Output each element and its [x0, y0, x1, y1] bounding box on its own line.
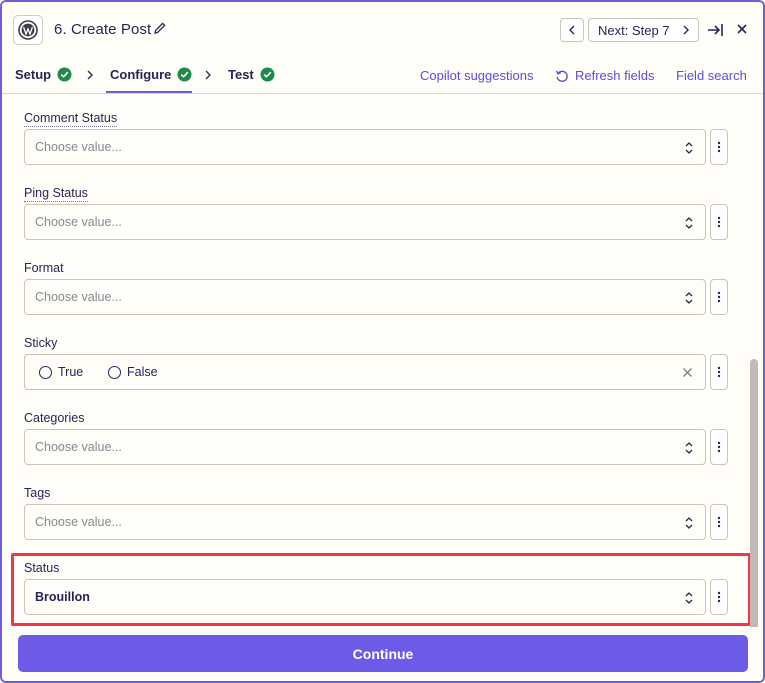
comment-status-placeholder: Choose value...	[35, 140, 122, 154]
check-circle-icon	[260, 67, 275, 82]
sticky-option-false[interactable]: False	[108, 365, 158, 379]
tab-configure[interactable]: Configure	[110, 67, 192, 82]
tags-label: Tags	[24, 486, 51, 500]
format-placeholder: Choose value...	[35, 290, 122, 304]
more-vertical-icon	[717, 366, 721, 378]
more-vertical-icon	[717, 591, 721, 603]
status-select[interactable]: Brouillon	[24, 579, 706, 615]
status-more-button[interactable]	[710, 579, 728, 615]
comment-status-more-button[interactable]	[710, 129, 728, 165]
more-vertical-icon	[717, 141, 721, 153]
step-panel: 6. Create Post Next: Step 7 Setup Config…	[0, 0, 765, 683]
sticky-option-true-label: True	[58, 365, 84, 379]
refresh-fields-link[interactable]: Refresh fields	[555, 68, 654, 83]
check-circle-icon	[177, 67, 192, 82]
exit-panel-icon[interactable]	[706, 21, 724, 39]
sticky-radio-group: True False	[24, 354, 706, 390]
wordpress-logo-icon	[13, 15, 43, 45]
fields-scroll-area[interactable]: Comment Status Choose value... Ping Stat…	[2, 95, 763, 627]
ping-status-placeholder: Choose value...	[35, 215, 122, 229]
active-tab-indicator	[106, 91, 192, 93]
chevron-up-down-icon	[685, 442, 693, 454]
field-search-link[interactable]: Field search	[676, 68, 747, 83]
ping-status-select[interactable]: Choose value...	[24, 204, 706, 240]
sticky-more-button[interactable]	[710, 354, 728, 390]
categories-label: Categories	[24, 411, 85, 425]
next-step-button[interactable]: Next: Step 7	[588, 18, 699, 42]
format-more-button[interactable]	[710, 279, 728, 315]
chevron-right-icon	[205, 70, 211, 80]
ping-status-more-button[interactable]	[710, 204, 728, 240]
chevron-up-down-icon	[685, 592, 693, 604]
comment-status-label: Comment Status	[24, 111, 118, 127]
scrollbar-thumb[interactable]	[750, 359, 758, 627]
status-value: Brouillon	[35, 590, 90, 604]
pencil-icon[interactable]	[153, 21, 167, 35]
tags-placeholder: Choose value...	[35, 515, 122, 529]
tab-test[interactable]: Test	[228, 67, 275, 82]
radio-circle-icon	[108, 365, 121, 379]
refresh-icon	[555, 70, 568, 82]
chevron-right-icon	[683, 25, 689, 35]
more-vertical-icon	[717, 291, 721, 303]
radio-circle-icon	[39, 365, 52, 379]
continue-button[interactable]: Continue	[18, 635, 748, 672]
ping-status-label: Ping Status	[24, 186, 88, 202]
sticky-option-false-label: False	[127, 365, 158, 379]
chevron-up-down-icon	[685, 217, 693, 229]
tab-configure-label: Configure	[110, 67, 172, 82]
categories-more-button[interactable]	[710, 429, 728, 465]
panel-footer: Continue	[2, 627, 763, 681]
step-tabs: Setup Configure Test Copilot suggestions…	[2, 58, 763, 94]
check-circle-icon	[57, 67, 72, 82]
tab-setup[interactable]: Setup	[15, 67, 72, 82]
categories-placeholder: Choose value...	[35, 440, 122, 454]
refresh-fields-label: Refresh fields	[575, 68, 655, 83]
tab-setup-label: Setup	[15, 67, 52, 82]
comment-status-select[interactable]: Choose value...	[24, 129, 706, 165]
next-step-label: Next: Step 7	[598, 22, 670, 38]
chevron-right-icon	[87, 70, 93, 80]
step-title: 6. Create Post	[54, 21, 152, 38]
sticky-option-true[interactable]: True	[39, 365, 83, 379]
tags-more-button[interactable]	[710, 504, 728, 540]
chevron-up-down-icon	[685, 517, 693, 529]
status-label: Status	[24, 561, 60, 575]
categories-select[interactable]: Choose value...	[24, 429, 706, 465]
format-label: Format	[24, 261, 64, 275]
panel-header: 6. Create Post Next: Step 7	[2, 2, 763, 58]
copilot-suggestions-link[interactable]: Copilot suggestions	[420, 68, 533, 83]
more-vertical-icon	[717, 216, 721, 228]
chevron-up-down-icon	[685, 292, 693, 304]
chevron-up-down-icon	[685, 142, 693, 154]
chevron-left-icon	[569, 25, 575, 35]
close-icon[interactable]	[735, 22, 749, 36]
previous-step-button[interactable]	[560, 18, 584, 42]
tags-select[interactable]: Choose value...	[24, 504, 706, 540]
more-vertical-icon	[717, 441, 721, 453]
sticky-label: Sticky	[24, 336, 58, 350]
tab-test-label: Test	[228, 67, 254, 82]
more-vertical-icon	[717, 516, 721, 528]
clear-icon[interactable]	[682, 367, 693, 378]
format-select[interactable]: Choose value...	[24, 279, 706, 315]
